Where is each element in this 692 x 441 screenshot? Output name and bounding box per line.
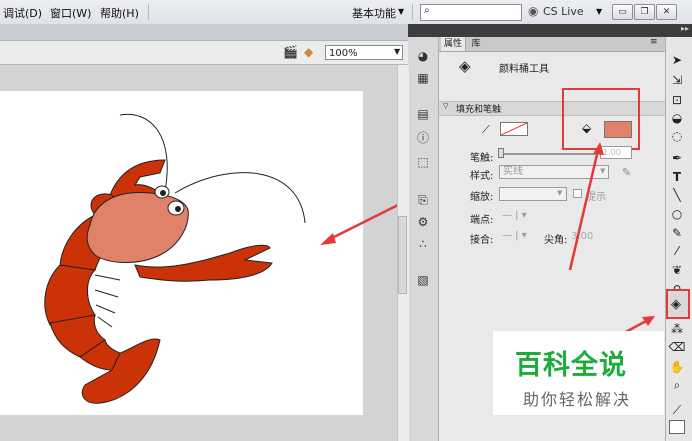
crayfish-drawing[interactable]: [0, 65, 397, 441]
3d-rotate-icon[interactable]: ◒: [667, 110, 687, 126]
cap-label: 端点:: [470, 215, 494, 226]
stroke-pencil-icon: ⟋: [482, 123, 490, 136]
deco-icon[interactable]: ❦: [667, 262, 687, 278]
antenna-right: [174, 172, 306, 224]
stroke-color-icon[interactable]: ⟋: [667, 402, 687, 418]
selection-icon[interactable]: ➤: [667, 52, 687, 68]
zoom-icon[interactable]: ⌕: [667, 377, 687, 393]
right-pupil: [175, 206, 181, 212]
color-panel-icon[interactable]: ◕: [415, 48, 431, 64]
zoom-select[interactable]: 100%: [325, 45, 403, 60]
watermark-subtitle: 助你轻松解决: [523, 390, 632, 409]
menu-help[interactable]: 帮助(H): [100, 5, 139, 21]
menu-separator: [412, 4, 413, 20]
oval-icon[interactable]: ○: [667, 206, 687, 222]
annotation-arrows: [568, 142, 655, 337]
join-select[interactable]: — | ▾: [502, 230, 527, 241]
cs-live-button[interactable]: CS Live: [543, 5, 584, 18]
cap-select[interactable]: — | ▾: [502, 210, 527, 221]
restore-button[interactable]: ❐: [634, 4, 655, 20]
free-transform-icon[interactable]: ⊡: [667, 92, 687, 108]
search-icon: ⌕: [424, 5, 430, 16]
swatches-panel-icon[interactable]: ▦: [415, 70, 431, 86]
watermark-title: 百科全说: [515, 350, 627, 381]
tab-library[interactable]: 库: [468, 37, 484, 51]
menu-window[interactable]: 窗口(W): [50, 5, 91, 21]
close-button[interactable]: ✕: [656, 4, 677, 20]
menu-debug[interactable]: 调试(D): [3, 5, 42, 21]
stroke-color-swatch[interactable]: [500, 122, 528, 136]
edit-symbols-icon[interactable]: ◆: [304, 45, 313, 59]
motion-presets-icon[interactable]: ∴: [415, 236, 431, 252]
panel-dock-strip: ▸▸: [408, 24, 692, 37]
annotation-arrowhead: [320, 233, 336, 245]
components-icon[interactable]: ⚙: [415, 214, 431, 230]
menu-bar: 调试(D) 窗口(W) 帮助(H) 基本功能 ▼ ⌕ ◉ CS Live ▼ ▭…: [0, 0, 692, 25]
panel-menu-icon[interactable]: ≡: [650, 37, 658, 47]
hand-icon[interactable]: ✋: [667, 359, 687, 375]
menu-separator: [148, 4, 149, 20]
collapse-icon[interactable]: ▸▸: [681, 24, 689, 33]
workspace-chevron-down-icon[interactable]: ▼: [398, 7, 404, 16]
eraser-icon[interactable]: ⌫: [667, 339, 687, 355]
join-label: 接合:: [470, 235, 494, 246]
brush-icon[interactable]: ⁄: [667, 243, 687, 259]
style-label: 样式:: [470, 171, 494, 182]
zoom-chevron-down-icon[interactable]: ▼: [394, 47, 400, 56]
stroke-slider-thumb[interactable]: [498, 148, 504, 158]
tab-properties[interactable]: 属性: [441, 37, 466, 51]
cs-live-icon: ◉: [528, 4, 539, 18]
history-panel-icon[interactable]: ▧: [415, 272, 431, 288]
annotation-arrow: [327, 204, 397, 242]
search-input[interactable]: ⌕: [420, 4, 522, 21]
scrollbar-thumb[interactable]: [398, 216, 407, 294]
section-title: 填充和笔触: [456, 105, 502, 115]
info-panel-icon[interactable]: ⓘ: [415, 130, 431, 146]
line-icon[interactable]: ╲: [667, 187, 687, 203]
code-snippets-icon[interactable]: ⎘: [415, 192, 431, 208]
cs-live-chevron-down-icon[interactable]: ▼: [596, 7, 602, 16]
tool-name: 颜料桶工具: [499, 64, 549, 75]
paint-bucket-tool-icon: ◈: [671, 297, 681, 312]
text-icon[interactable]: T: [667, 169, 687, 185]
workspace-switcher[interactable]: 基本功能: [352, 5, 396, 21]
subselect-icon[interactable]: ⇲: [667, 72, 687, 88]
paint-bucket-tool-button[interactable]: ◈: [666, 289, 690, 319]
paint-bucket-icon: ◈: [459, 57, 471, 75]
align-panel-icon[interactable]: ▤: [415, 106, 431, 122]
eyedropper-icon[interactable]: ⁂: [667, 321, 687, 337]
fill-color-icon[interactable]: [669, 420, 685, 434]
document-tab-strip: [0, 24, 408, 41]
scale-label: 缩放:: [470, 192, 494, 203]
transform-panel-icon[interactable]: ⬚: [415, 154, 431, 170]
lasso-icon[interactable]: ◌: [667, 128, 687, 144]
pencil-icon[interactable]: ✎: [667, 225, 687, 241]
edit-scene-icon[interactable]: 🎬: [283, 45, 298, 59]
minimize-button[interactable]: ▭: [612, 4, 633, 20]
legs: [94, 274, 121, 328]
stroke-label: 笔触:: [470, 153, 494, 164]
section-chevron-down-icon[interactable]: ▽: [443, 102, 448, 110]
left-pupil: [160, 190, 166, 196]
pen-icon[interactable]: ✒: [667, 150, 687, 166]
